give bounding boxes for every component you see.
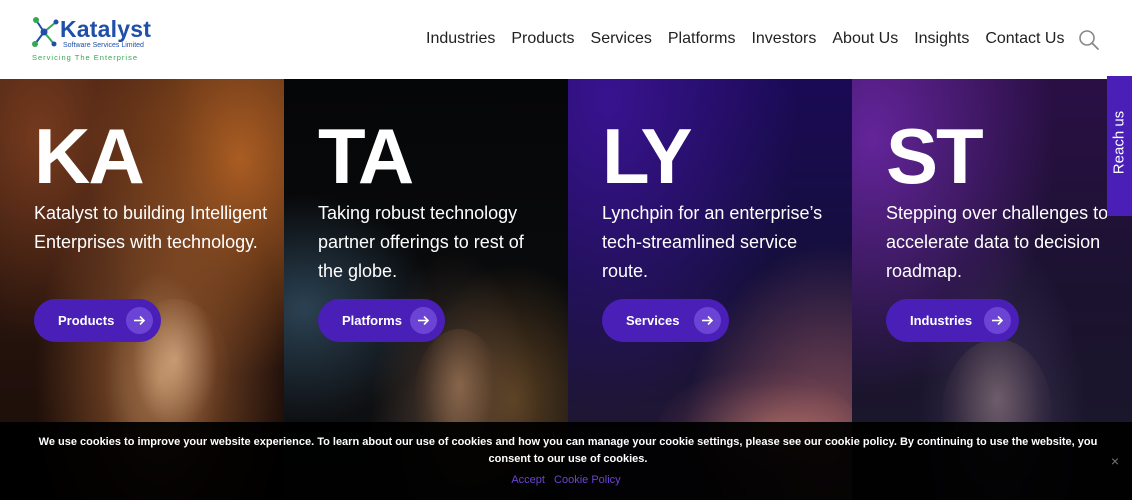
panel-text: Stepping over challenges to accelerate d… (886, 203, 1109, 281)
nav-item-services[interactable]: Services (583, 28, 660, 50)
cookie-message: We use cookies to improve your website e… (38, 436, 1098, 465)
arrow-right-icon (410, 307, 437, 334)
panel-text: Taking robust technology partner offerin… (318, 203, 524, 281)
nav-item-platforms[interactable]: Platforms (660, 28, 744, 50)
nav-item-about-us[interactable]: About Us (824, 28, 906, 50)
panel-text: Lynchpin for an enterprise’s tech-stream… (602, 203, 823, 281)
panel-letters: ST (886, 112, 984, 200)
close-icon[interactable]: × (1108, 454, 1122, 468)
panel-letters: TA (318, 112, 414, 200)
reach-us-label: Reach us (1110, 110, 1128, 175)
platforms-button[interactable]: Platforms (318, 299, 445, 342)
katalyst-logo[interactable]: Katalyst Software Services Limited Servi… (30, 16, 155, 62)
reach-us-tab[interactable]: Reach us (1107, 76, 1132, 216)
logo-subtitle: Software Services Limited (63, 42, 144, 49)
arrow-right-icon (984, 307, 1011, 334)
arrow-right-icon (694, 307, 721, 334)
button-label: Services (626, 313, 680, 328)
services-button[interactable]: Services (602, 299, 729, 342)
nav-item-investors[interactable]: Investors (743, 28, 824, 50)
panel-letters: KA (34, 112, 145, 200)
panel-letters: LY (602, 112, 693, 200)
nav-item-insights[interactable]: Insights (906, 28, 977, 50)
accept-cookies-link[interactable]: Accept (511, 474, 545, 486)
industries-button[interactable]: Industries (886, 299, 1019, 342)
button-label: Platforms (342, 313, 402, 328)
arrow-right-icon (126, 307, 153, 334)
logo-tagline: Servicing The Enterprise (32, 53, 138, 62)
nav-item-contact-us[interactable]: Contact Us (977, 28, 1072, 50)
cookie-policy-link[interactable]: Cookie Policy (554, 474, 621, 486)
products-button[interactable]: Products (34, 299, 161, 342)
cookie-actions: Accept Cookie Policy (0, 474, 1132, 486)
site-header: Katalyst Software Services Limited Servi… (0, 0, 1132, 79)
nav-item-products[interactable]: Products (503, 28, 582, 50)
button-label: Products (58, 313, 115, 328)
button-label: Industries (910, 313, 973, 328)
logo-name: Katalyst (60, 16, 152, 42)
cookie-banner: We use cookies to improve your website e… (0, 422, 1132, 500)
logo-mark-icon (32, 17, 59, 47)
main-nav: Industries Products Services Platforms I… (418, 28, 1072, 50)
nav-item-industries[interactable]: Industries (418, 28, 503, 50)
search-icon[interactable] (1078, 29, 1100, 51)
panel-text: Katalyst to building Intelligent Enterpr… (34, 203, 268, 252)
